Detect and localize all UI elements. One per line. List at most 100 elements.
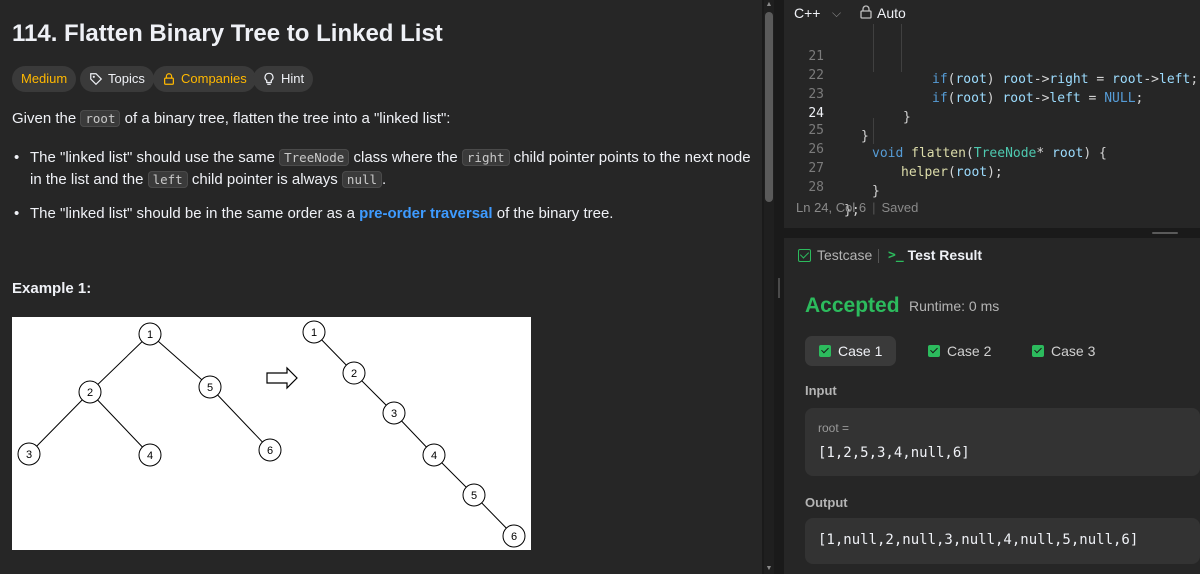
checkbox-icon — [798, 248, 811, 262]
input-value: [1,2,5,3,4,null,6] — [818, 445, 970, 461]
hint-label: Hint — [281, 71, 305, 86]
intro-text: Given the — [12, 110, 81, 127]
list-node-label: 6 — [511, 531, 517, 543]
tab-testcase-label: Testcase — [817, 247, 873, 263]
preorder-link[interactable]: pre-order traversal — [359, 205, 492, 222]
inline-code: root — [80, 110, 121, 127]
indent-guide — [873, 24, 874, 72]
inline-code: left — [147, 171, 188, 188]
test-result-panel: Testcase >_ Test Result Accepted Runtime… — [784, 238, 1200, 574]
bullet-text: The "linked list" should use the same — [30, 149, 280, 166]
output-box: [1,null,2,null,3,null,4,null,5,null,6] — [805, 518, 1200, 564]
tree-diagram-svg: 1 2 5 3 4 6 1 2 3 4 5 6 — [17, 320, 526, 548]
runtime-stat: Runtime: 0 ms — [909, 298, 1000, 314]
bullet-text: child pointer points to the next node — [509, 149, 751, 166]
code-text: if(root) root->left = NULL; — [932, 91, 1144, 106]
scrollbar-thumb[interactable] — [765, 12, 773, 202]
code-line: 28 }; — [784, 153, 859, 218]
case-1-button[interactable]: Case 1 — [805, 336, 897, 366]
intro-text: of a binary tree, flatten the tree into … — [120, 110, 451, 127]
list-node-label: 1 — [311, 327, 317, 339]
tree-node-label: 6 — [267, 445, 273, 457]
topics-button[interactable]: Topics — [80, 66, 154, 92]
output-value: [1,null,2,null,3,null,4,null,5,null,6] — [818, 532, 1139, 548]
bullet-text: The "linked list" should be in the same … — [30, 205, 360, 222]
cursor-position[interactable]: Ln 24, Col 6 — [796, 200, 866, 215]
indent-guide — [873, 118, 874, 144]
terminal-icon: >_ — [888, 247, 904, 263]
list-node-label: 5 — [471, 490, 477, 502]
tree-node-label: 3 — [26, 449, 32, 461]
line-number: 28 — [808, 180, 824, 195]
tab-test-result-label: Test Result — [907, 247, 983, 263]
arrow-icon — [266, 366, 298, 390]
list-node-label: 3 — [391, 408, 397, 420]
tree-node-label: 4 — [147, 450, 153, 462]
case-label: Case 2 — [947, 343, 992, 359]
code-editor[interactable]: C++ ⌵ Auto 21 if(root) root->right = roo… — [784, 0, 1200, 228]
input-box: root = [1,2,5,3,4,null,6] — [805, 408, 1200, 476]
resize-grip[interactable] — [778, 278, 780, 298]
difficulty-label: Medium — [21, 71, 68, 86]
verdict-status: Accepted — [805, 294, 900, 317]
companies-button[interactable]: Companies — [153, 66, 256, 92]
tag-icon — [90, 73, 103, 86]
result-tabs: Testcase >_ Test Result — [784, 238, 1200, 274]
case-2-button[interactable]: Case 2 — [914, 336, 1005, 366]
bullet-text: class where the — [349, 149, 462, 166]
language-select[interactable]: C++ — [794, 5, 820, 21]
case-label: Case 1 — [838, 343, 883, 359]
problem-title: 114. Flatten Binary Tree to Linked List — [12, 20, 443, 47]
tab-testcase[interactable]: Testcase — [798, 247, 872, 263]
bullet-dot: • — [14, 205, 20, 222]
difficulty-badge[interactable]: Medium — [12, 66, 77, 92]
lightbulb-icon — [264, 72, 274, 85]
scroll-down-icon[interactable]: ▼ — [765, 565, 773, 573]
bullet-dot: • — [14, 149, 20, 166]
tree-node-label: 5 — [207, 382, 213, 394]
lock-icon — [860, 5, 872, 19]
description-panel: 114. Flatten Binary Tree to Linked List … — [0, 0, 762, 574]
tab-test-result[interactable]: >_ Test Result — [888, 247, 982, 263]
constraint-bullet: • The "linked list" should use the same … — [12, 147, 752, 191]
auto-mode-label[interactable]: Auto — [877, 5, 906, 21]
splitter-grip[interactable] — [1152, 232, 1178, 234]
bullet-text: of the binary tree. — [492, 205, 614, 222]
inline-code: right — [461, 149, 510, 166]
problem-intro: Given the root of a binary tree, flatten… — [12, 108, 450, 130]
inline-code: null — [341, 171, 383, 188]
panel-resize-handle[interactable] — [774, 0, 784, 574]
check-icon — [928, 345, 940, 357]
save-status: Saved — [881, 200, 919, 215]
tab-divider — [878, 249, 879, 263]
output-label: Output — [805, 495, 848, 510]
example-title: Example 1: — [12, 280, 92, 297]
description-scrollbar[interactable]: ▲ ▼ — [764, 0, 774, 574]
editor-status-bar: Ln 24, Col 6 | Saved — [796, 200, 919, 215]
case-3-button[interactable]: Case 3 — [1018, 336, 1109, 366]
lock-icon — [164, 73, 174, 85]
tree-node-label: 2 — [87, 387, 93, 399]
list-node-label: 2 — [351, 368, 357, 380]
inline-code: TreeNode — [279, 149, 350, 166]
editor-result-splitter[interactable] — [784, 228, 1200, 238]
bullet-text: in the list and the — [30, 171, 148, 188]
companies-label: Companies — [181, 71, 247, 86]
editor-toolbar: C++ ⌵ Auto — [784, 0, 1200, 26]
code-text: helper(root); — [901, 165, 1003, 180]
topics-label: Topics — [108, 71, 145, 86]
list-node-label: 4 — [431, 450, 437, 462]
input-label: Input — [805, 383, 837, 398]
code-text: } — [861, 129, 869, 144]
check-icon — [1032, 345, 1044, 357]
indent-guide — [901, 24, 902, 72]
constraint-bullet: • The "linked list" should be in the sam… — [12, 203, 752, 225]
hint-button[interactable]: Hint — [253, 66, 314, 92]
case-label: Case 3 — [1051, 343, 1096, 359]
bullet-text: . — [382, 171, 387, 188]
chevron-down-icon[interactable]: ⌵ — [832, 6, 841, 21]
tree-node-label: 1 — [147, 329, 153, 341]
scroll-up-icon[interactable]: ▲ — [765, 1, 773, 9]
example-diagram: 1 2 5 3 4 6 1 2 3 4 5 6 — [12, 317, 531, 550]
input-variable: root = — [818, 421, 850, 435]
